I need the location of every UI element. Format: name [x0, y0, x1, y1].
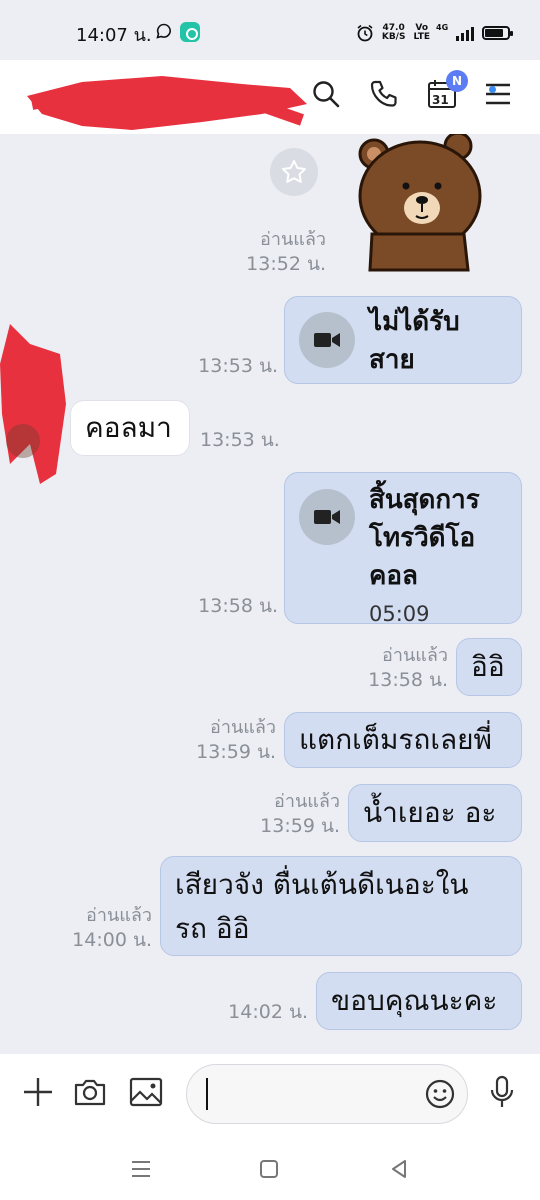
message-time: 13:58 น.	[198, 595, 278, 617]
menu-update-dot	[489, 86, 496, 93]
status-bar: 14:07 น. 47.0 KB/S Vo LTE 4G	[0, 0, 540, 60]
recent-apps-button[interactable]	[126, 1154, 156, 1184]
message-time: 13:52 น.	[246, 253, 326, 275]
message-meta: 14:02 น.	[188, 1000, 308, 1024]
status-time: 14:07 น.	[76, 25, 152, 46]
menu-button[interactable]	[478, 74, 518, 114]
call-status-text: สิ้นสุดการ โทรวิดีโอ คอล 05:09	[369, 481, 480, 633]
search-icon	[313, 81, 340, 108]
contact-avatar[interactable]	[6, 424, 40, 458]
message-time: 13:59 น.	[260, 815, 340, 837]
back-button[interactable]	[384, 1154, 414, 1184]
read-receipt: อ่านแล้ว	[86, 905, 152, 926]
plus-icon	[24, 1078, 52, 1106]
back-icon	[392, 1160, 406, 1178]
message-time: 14:00 น.	[72, 929, 152, 951]
chat-screen: 14:07 น. 47.0 KB/S Vo LTE 4G 31 N อ่านแล…	[0, 0, 540, 1200]
message-text: อิอิ	[471, 650, 505, 683]
alarm-icon	[357, 24, 373, 42]
app-notification-icon	[180, 22, 200, 42]
outgoing-message-bubble[interactable]: น้ำเยอะ อะ	[348, 784, 522, 842]
message-text: แตกเต็มรถเลยพี่	[299, 723, 492, 756]
missed-call-bubble[interactable]: ไม่ได้รับ สาย	[284, 296, 522, 384]
message-meta: 13:53 น.	[158, 354, 278, 378]
home-icon	[260, 1160, 278, 1178]
message-meta: 13:53 น.	[200, 428, 320, 452]
message-list[interactable]: อ่านแล้ว 13:52 น. 13:53 น. ไม่ได้รับ สาย…	[0, 134, 540, 1054]
text-caret	[206, 1078, 208, 1110]
image-icon	[129, 1077, 163, 1107]
message-text: น้ำเยอะ อะ	[363, 796, 497, 829]
home-button[interactable]	[254, 1154, 284, 1184]
voice-call-button[interactable]	[364, 74, 404, 114]
message-text: รถ อิอิ	[175, 912, 250, 945]
outgoing-message-bubble[interactable]: แตกเต็มรถเลยพี่	[284, 712, 522, 768]
camera-button[interactable]	[70, 1072, 110, 1112]
star-icon	[282, 160, 306, 183]
chat-notification-icon	[156, 23, 171, 39]
search-button[interactable]	[306, 74, 346, 114]
recent-apps-icon	[132, 1161, 150, 1177]
outgoing-message-bubble[interactable]: ขอบคุณนะคะ	[316, 972, 522, 1030]
message-meta: อ่านแล้ว 13:59 น.	[220, 790, 340, 838]
redacted-avatar	[0, 324, 66, 484]
phone-icon	[370, 80, 397, 107]
read-receipt: อ่านแล้ว	[382, 645, 448, 666]
sticker-meta: อ่านแล้ว 13:52 น.	[186, 228, 326, 276]
notification-badge: N	[446, 70, 468, 92]
message-meta: 13:58 น.	[158, 594, 278, 618]
voice-message-button[interactable]	[482, 1072, 522, 1112]
redaction-scribble	[27, 76, 307, 130]
camera-icon	[74, 1079, 106, 1106]
microphone-icon	[490, 1075, 514, 1107]
message-meta: อ่านแล้ว 14:00 น.	[32, 904, 152, 952]
message-time: 13:58 น.	[368, 669, 448, 691]
favorite-sticker-button[interactable]	[270, 148, 318, 196]
message-time: 13:59 น.	[196, 741, 276, 763]
signal-icon: 4G	[436, 23, 474, 41]
incoming-message-bubble[interactable]: คอลมา	[70, 400, 190, 456]
calendar-button[interactable]: 31 N	[422, 70, 468, 114]
outgoing-message-bubble[interactable]: เสียวจัง ตื่นเต้นดีเนอะใน รถ อิอิ	[160, 856, 522, 956]
add-button[interactable]	[18, 1072, 58, 1112]
video-call-icon	[299, 312, 355, 368]
gallery-button[interactable]	[126, 1072, 166, 1112]
message-time: 13:53 น.	[200, 429, 280, 451]
message-text: คอลมา	[85, 411, 172, 444]
calendar-day: 31	[432, 93, 449, 107]
status-icons: 47.0 KB/S Vo LTE 4G	[356, 20, 513, 46]
volte-indicator: Vo LTE	[413, 23, 430, 42]
menu-icon	[486, 83, 510, 105]
chat-title-redacted[interactable]	[22, 74, 312, 130]
outgoing-message-bubble[interactable]: อิอิ	[456, 638, 522, 696]
network-speed: 47.0 KB/S	[381, 23, 406, 42]
message-time: 14:02 น.	[228, 1001, 308, 1023]
chat-header: 31 N	[0, 60, 540, 134]
read-receipt: อ่านแล้ว	[210, 717, 276, 738]
brown-bear-sticker[interactable]	[350, 134, 490, 274]
emoji-button[interactable]	[420, 1074, 460, 1114]
message-text: เสียวจัง ตื่นเต้นดีเนอะใน	[175, 868, 469, 901]
call-status-text: ไม่ได้รับ สาย	[369, 307, 460, 375]
message-meta: อ่านแล้ว 13:58 น.	[328, 644, 448, 692]
message-meta: อ่านแล้ว 13:59 น.	[156, 716, 276, 764]
battery-icon	[482, 26, 513, 40]
read-receipt: อ่านแล้ว	[274, 791, 340, 812]
video-call-icon	[299, 489, 355, 545]
read-receipt: อ่านแล้ว	[260, 229, 326, 250]
message-time: 13:53 น.	[198, 355, 278, 377]
call-duration: 05:09	[369, 602, 430, 626]
message-text: ขอบคุณนะคะ	[331, 984, 498, 1017]
message-input-bar	[0, 1054, 540, 1138]
video-call-ended-bubble[interactable]: สิ้นสุดการ โทรวิดีโอ คอล 05:09	[284, 472, 522, 626]
system-navigation-bar	[0, 1138, 540, 1200]
emoji-icon	[425, 1079, 455, 1109]
